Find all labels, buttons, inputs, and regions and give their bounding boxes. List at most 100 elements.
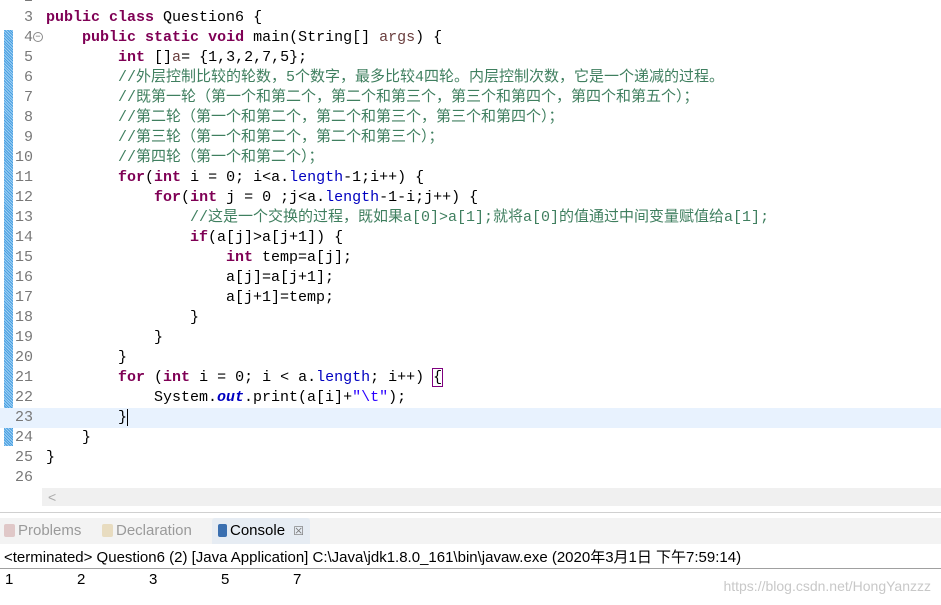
code-line[interactable]: 15 int temp=a[j]; bbox=[0, 248, 941, 268]
code-token: length bbox=[316, 369, 371, 386]
fold-collapse-icon[interactable]: − bbox=[33, 32, 43, 42]
code-line[interactable]: 14 if(a[j]>a[j+1]) { bbox=[0, 228, 941, 248]
code-text: int []a= {1,3,2,7,5}; bbox=[46, 48, 307, 68]
line-number: 5 bbox=[23, 49, 33, 66]
code-token: ; i++) bbox=[370, 369, 434, 386]
code-text: } bbox=[46, 408, 129, 428]
keyword: void bbox=[208, 29, 245, 46]
code-token: args bbox=[379, 29, 416, 46]
code-line[interactable]: 3 public class Question6 { bbox=[0, 8, 941, 28]
code-token: -1-i;j++) { bbox=[379, 189, 479, 206]
code-line[interactable]: 16 a[j]=a[j+1]; bbox=[0, 268, 941, 288]
code-line[interactable]: 10 //第四轮（第一个和第二个）； bbox=[0, 148, 941, 168]
code-text: int temp=a[j]; bbox=[46, 248, 352, 268]
output-value: 1 bbox=[5, 571, 14, 588]
line-number: 25 bbox=[14, 449, 33, 466]
code-text: } bbox=[46, 348, 127, 368]
code-line[interactable]: 12 for(int j = 0 ;j<a.length-1-i;j++) { bbox=[0, 188, 941, 208]
line-number: 26 bbox=[14, 469, 33, 486]
keyword: class bbox=[109, 9, 155, 26]
horizontal-scrollbar[interactable]: < bbox=[42, 488, 941, 506]
line-number: 16 bbox=[14, 269, 33, 286]
code-line[interactable]: 23 } bbox=[0, 408, 941, 428]
code-line[interactable]: 20 } bbox=[0, 348, 941, 368]
declaration-icon bbox=[102, 524, 113, 537]
comment: //外层控制比较的轮数，5个数字，最多比较4四轮。内层控制次数，它是一个递减的过… bbox=[118, 69, 725, 86]
code-line[interactable]: 7 //既第一轮（第一个和第二个，第二个和第三个，第三个和第四个，第四个和第五个… bbox=[0, 88, 941, 108]
code-line[interactable]: 2 bbox=[0, 0, 941, 8]
code-token: = {1,3,2,7,5}; bbox=[181, 49, 308, 66]
line-number: 15 bbox=[14, 249, 33, 266]
line-number: 19 bbox=[14, 329, 33, 346]
code-token: -1;i++) { bbox=[343, 169, 425, 186]
code-line[interactable]: 17 a[j+1]=temp; bbox=[0, 288, 941, 308]
output-value: 2 bbox=[77, 571, 86, 588]
comment: //这是一个交换的过程，既如果a[0]>a[1];就将a[0]的值通过中间变量赋… bbox=[190, 209, 770, 226]
code-text: //既第一轮（第一个和第二个，第二个和第三个，第三个和第四个，第四个和第五个）； bbox=[46, 88, 699, 108]
code-token: Question6 { bbox=[154, 9, 263, 26]
scroll-left-icon[interactable]: < bbox=[48, 489, 56, 505]
code-line[interactable]: 22 System.out.print(a[i]+"\t"); bbox=[0, 388, 941, 408]
comment: //第二轮（第一个和第二个，第二个和第三个，第三个和第四个）； bbox=[118, 109, 564, 126]
code-token: "\t" bbox=[352, 389, 389, 406]
code-line[interactable]: 19 } bbox=[0, 328, 941, 348]
code-line[interactable]: 21 for (int i = 0; i < a.length; i++) { bbox=[0, 368, 941, 388]
code-line[interactable]: 13 //这是一个交换的过程，既如果a[0]>a[1];就将a[0]的值通过中间… bbox=[0, 208, 941, 228]
tab-console[interactable]: Console ☒ bbox=[212, 518, 310, 544]
tab-problems[interactable]: Problems bbox=[4, 518, 81, 544]
code-line[interactable]: 4− public static void main(String[] args… bbox=[0, 28, 941, 48]
code-text: for (int i = 0; i < a.length; i++) { bbox=[46, 368, 444, 388]
console-icon bbox=[218, 524, 227, 537]
line-number: 10 bbox=[14, 149, 33, 166]
code-token: i = 0; i<a. bbox=[181, 169, 290, 186]
code-token: i = 0; i < a. bbox=[190, 369, 317, 386]
code-text: //第二轮（第一个和第二个，第二个和第三个，第三个和第四个）； bbox=[46, 108, 564, 128]
code-line[interactable]: 18 } bbox=[0, 308, 941, 328]
keyword: for bbox=[118, 169, 146, 186]
code-line[interactable]: 9 //第三轮（第一个和第二个，第二个和第三个）； bbox=[0, 128, 941, 148]
watermark: https://blog.csdn.net/HongYanzzz bbox=[723, 578, 931, 594]
code-editor[interactable]: 23public class Question6 {4− public stat… bbox=[0, 0, 941, 513]
code-token: ( bbox=[145, 369, 164, 386]
bottom-panel-tabs: Problems Declaration Console ☒ bbox=[0, 518, 941, 544]
code-token: [] bbox=[145, 49, 173, 66]
code-line[interactable]: 24 } bbox=[0, 428, 941, 448]
close-icon[interactable]: ☒ bbox=[293, 524, 304, 538]
code-text: //第四轮（第一个和第二个）； bbox=[46, 148, 324, 168]
tab-declaration[interactable]: Declaration bbox=[102, 518, 192, 544]
console-status: <terminated> Question6 (2) [Java Applica… bbox=[4, 549, 742, 566]
code-token: ); bbox=[388, 389, 407, 406]
code-line[interactable]: 8 //第二轮（第一个和第二个，第二个和第三个，第三个和第四个）； bbox=[0, 108, 941, 128]
code-token: main(String[] bbox=[244, 29, 380, 46]
code-text: public static void main(String[] args) { bbox=[46, 28, 442, 48]
line-number: 9 bbox=[23, 129, 33, 146]
output-value: 7 bbox=[293, 571, 302, 588]
comment: //第四轮（第一个和第二个）； bbox=[118, 149, 324, 166]
code-line[interactable]: 25} bbox=[0, 448, 941, 468]
code-line[interactable]: 11 for(int i = 0; i<a.length-1;i++) { bbox=[0, 168, 941, 188]
line-number: 7 bbox=[23, 89, 33, 106]
line-number: 8 bbox=[23, 109, 33, 126]
code-text: } bbox=[46, 328, 163, 348]
line-number: 6 bbox=[23, 69, 33, 86]
keyword: int bbox=[154, 169, 182, 186]
code-text: System.out.print(a[i]+"\t"); bbox=[46, 388, 406, 408]
code-token: j = 0 ;j<a. bbox=[217, 189, 326, 206]
problems-icon bbox=[4, 524, 15, 537]
output-value: 3 bbox=[149, 571, 158, 588]
line-number: 21 bbox=[14, 369, 33, 386]
code-line[interactable]: 5 int []a= {1,3,2,7,5}; bbox=[0, 48, 941, 68]
code-line[interactable]: 6 //外层控制比较的轮数，5个数字，最多比较4四轮。内层控制次数，它是一个递减… bbox=[0, 68, 941, 88]
keyword: public bbox=[82, 29, 137, 46]
code-line[interactable]: 26 bbox=[0, 468, 941, 488]
keyword: int bbox=[190, 189, 218, 206]
keyword: for bbox=[154, 189, 182, 206]
